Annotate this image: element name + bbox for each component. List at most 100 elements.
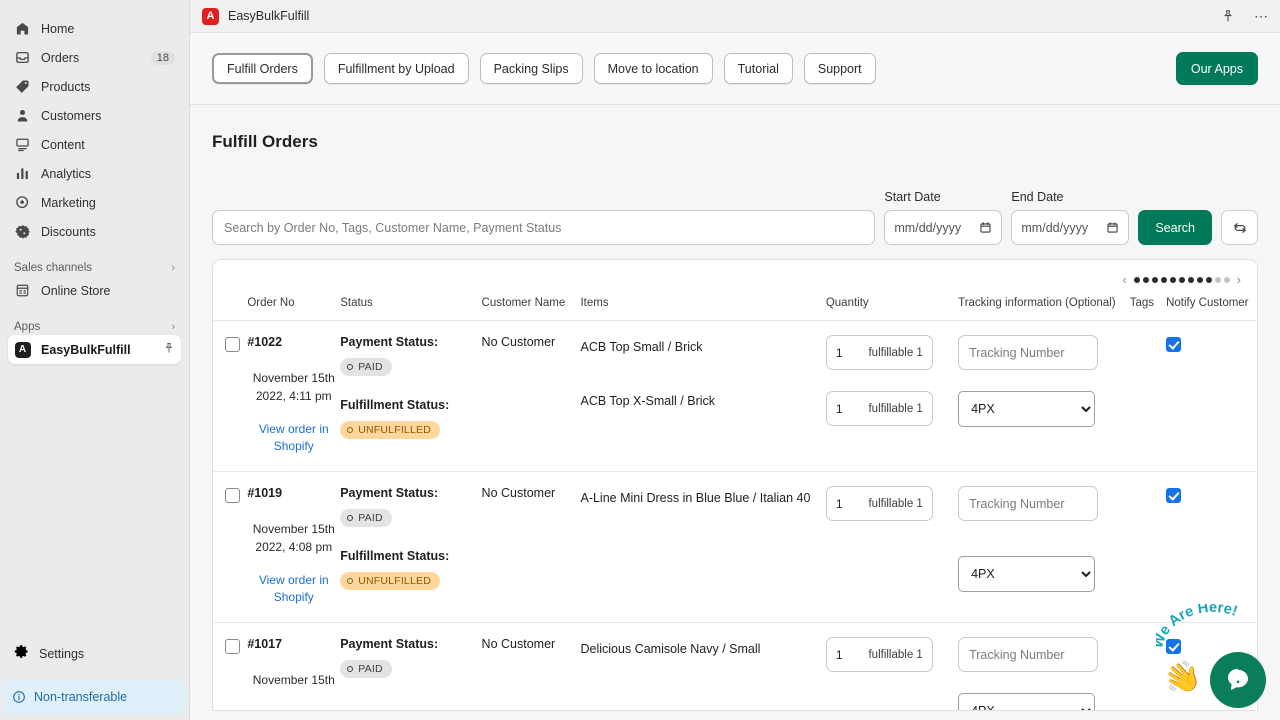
chat-bubble-icon[interactable] bbox=[1210, 652, 1266, 708]
fulfillment-status-badge: UNFULFILLED bbox=[340, 421, 440, 439]
tags-cell bbox=[1130, 321, 1166, 472]
products-icon bbox=[14, 78, 31, 95]
column-header-customer-name: Customer Name bbox=[482, 289, 581, 321]
end-date-input[interactable]: mm/dd/yyyy bbox=[1011, 210, 1129, 245]
pager-dot[interactable] bbox=[1197, 277, 1203, 283]
sidebar-item-analytics[interactable]: Analytics bbox=[8, 159, 181, 188]
our-apps-button[interactable]: Our Apps bbox=[1176, 52, 1258, 85]
marketing-icon bbox=[14, 194, 31, 211]
orders-table-card: ‹ › bbox=[212, 259, 1258, 711]
non-transferable-label: Non-transferable bbox=[34, 690, 127, 704]
tracking-cell: 4PX bbox=[958, 623, 1130, 712]
tab-fulfill-orders[interactable]: Fulfill Orders bbox=[212, 53, 313, 84]
refresh-icon[interactable] bbox=[1221, 210, 1258, 245]
table-row: #1017 November 15th Payment Status: PAID bbox=[213, 623, 1257, 712]
pager-dot[interactable] bbox=[1206, 277, 1212, 283]
pager-dot[interactable] bbox=[1215, 277, 1221, 283]
payment-status-text: PAID bbox=[358, 361, 383, 373]
carrier-select[interactable]: 4PX bbox=[958, 391, 1095, 427]
sidebar-item-label: EasyBulkFulfill bbox=[41, 343, 153, 357]
tab-support[interactable]: Support bbox=[804, 53, 876, 84]
tags-cell bbox=[1130, 623, 1166, 712]
pager-dot[interactable] bbox=[1161, 277, 1167, 283]
app-initial: A bbox=[15, 342, 31, 358]
notify-customer-checkbox[interactable] bbox=[1166, 639, 1181, 654]
sidebar-item-home[interactable]: Home bbox=[8, 14, 181, 43]
chevron-right-icon: › bbox=[171, 262, 175, 274]
calendar-icon[interactable] bbox=[1106, 221, 1119, 234]
tab-packing-slips[interactable]: Packing Slips bbox=[480, 53, 583, 84]
tracking-cell: 4PX bbox=[958, 472, 1130, 623]
sidebar-section-apps[interactable]: Apps › bbox=[14, 321, 175, 333]
column-header-order-no: Order No bbox=[247, 289, 340, 321]
search-button[interactable]: Search bbox=[1138, 210, 1212, 245]
quantity-stepper[interactable]: 1 fulfillable 1 bbox=[826, 391, 933, 426]
sidebar-item-marketing[interactable]: Marketing bbox=[8, 188, 181, 217]
sidebar-item-content[interactable]: Content bbox=[8, 130, 181, 159]
view-order-link[interactable]: View order in Shopify bbox=[247, 421, 340, 455]
pin-icon[interactable] bbox=[163, 342, 175, 357]
non-transferable-banner: Non-transferable bbox=[2, 680, 187, 714]
row-checkbox[interactable] bbox=[225, 639, 240, 654]
tracking-number-input[interactable] bbox=[958, 335, 1098, 370]
tracking-number-input[interactable] bbox=[958, 637, 1098, 672]
column-header-status: Status bbox=[340, 289, 481, 321]
pager-dot[interactable] bbox=[1170, 277, 1176, 283]
notify-customer-checkbox[interactable] bbox=[1166, 337, 1181, 352]
view-order-link[interactable]: View order in Shopify bbox=[247, 572, 340, 606]
carrier-select[interactable]: 4PX bbox=[958, 556, 1095, 592]
sidebar-item-discounts[interactable]: Discounts bbox=[8, 217, 181, 246]
ellipsis-icon[interactable]: ⋯ bbox=[1254, 8, 1268, 25]
customer-name: No Customer bbox=[482, 486, 581, 500]
quantity-value: 1 bbox=[836, 346, 843, 360]
chevron-left-icon[interactable]: ‹ bbox=[1122, 272, 1126, 287]
sidebar-item-label: Marketing bbox=[41, 196, 175, 210]
chevron-right-icon[interactable]: › bbox=[1237, 272, 1241, 287]
end-date-label: End Date bbox=[1011, 190, 1129, 204]
quantity-stepper[interactable]: 1 fulfillable 1 bbox=[826, 637, 933, 672]
quantity-value: 1 bbox=[836, 402, 843, 416]
start-date-value: mm/dd/yyyy bbox=[894, 221, 961, 235]
main-area: A EasyBulkFulfill ⋯ Fulfill Orders Fulfi… bbox=[190, 0, 1280, 720]
tags-cell bbox=[1130, 472, 1166, 623]
order-date: November 15th 2022, 4:08 pm bbox=[247, 520, 340, 556]
table-header-row: Order No Status Customer Name Items Quan… bbox=[213, 289, 1257, 321]
pager-dot[interactable] bbox=[1152, 277, 1158, 283]
pager-dot[interactable] bbox=[1188, 277, 1194, 283]
items-cell: ACB Top Small / Brick ACB Top X-Small / … bbox=[580, 321, 825, 472]
sidebar-section-sales-channels[interactable]: Sales channels › bbox=[14, 262, 175, 274]
row-checkbox[interactable] bbox=[225, 488, 240, 503]
tab-tutorial[interactable]: Tutorial bbox=[724, 53, 793, 84]
sidebar-item-customers[interactable]: Customers bbox=[8, 101, 181, 130]
column-header-tracking: Tracking information (Optional) bbox=[958, 289, 1130, 321]
order-number: #1019 bbox=[247, 486, 340, 500]
tracking-number-input[interactable] bbox=[958, 486, 1098, 521]
sidebar-item-label: Content bbox=[41, 138, 175, 152]
pager-dot[interactable] bbox=[1179, 277, 1185, 283]
item-line: Delicious Camisole Navy / Small bbox=[580, 641, 825, 658]
pager-dot[interactable] bbox=[1224, 277, 1230, 283]
fulfillment-status-badge: UNFULFILLED bbox=[340, 572, 440, 590]
tab-move-to-location[interactable]: Move to location bbox=[594, 53, 713, 84]
sidebar-item-online-store[interactable]: Online Store bbox=[8, 276, 181, 305]
search-input[interactable] bbox=[212, 210, 875, 245]
row-checkbox[interactable] bbox=[225, 337, 240, 352]
quantity-stepper[interactable]: 1 fulfillable 1 bbox=[826, 335, 933, 370]
tab-fulfillment-by-upload[interactable]: Fulfillment by Upload bbox=[324, 53, 469, 84]
sidebar-item-easybulkfulfill[interactable]: A EasyBulkFulfill bbox=[8, 335, 181, 364]
pager-dot[interactable] bbox=[1134, 277, 1140, 283]
sidebar-item-orders[interactable]: Orders 18 bbox=[8, 43, 181, 72]
pager-dot[interactable] bbox=[1143, 277, 1149, 283]
notify-customer-checkbox[interactable] bbox=[1166, 488, 1181, 503]
pager-dots bbox=[1134, 277, 1230, 283]
carrier-select[interactable]: 4PX bbox=[958, 693, 1095, 711]
start-date-input[interactable]: mm/dd/yyyy bbox=[884, 210, 1002, 245]
sales-channels-label: Sales channels bbox=[14, 262, 92, 274]
quantity-stepper[interactable]: 1 fulfillable 1 bbox=[826, 486, 933, 521]
fulfillable-label: fulfillable 1 bbox=[868, 403, 922, 415]
pin-icon[interactable] bbox=[1221, 9, 1235, 23]
status-dot-icon bbox=[347, 578, 353, 584]
sidebar-item-products[interactable]: Products bbox=[8, 72, 181, 101]
calendar-icon[interactable] bbox=[979, 221, 992, 234]
sidebar-item-settings[interactable]: Settings bbox=[8, 640, 181, 668]
